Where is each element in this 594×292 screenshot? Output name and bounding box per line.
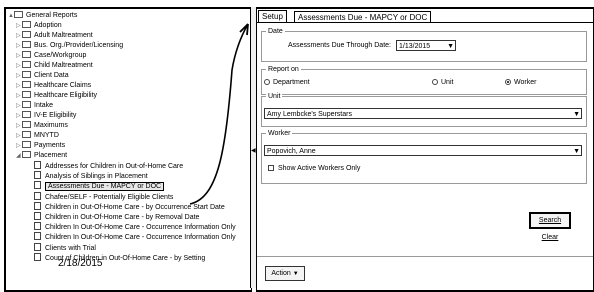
- annotation-arrow: [189, 23, 249, 205]
- screenshot-frame: ▲ General Reports ▷ Adoption ▷ Adult Maltrea…: [0, 0, 594, 292]
- date-stamp: 2/18/2015: [58, 258, 103, 269]
